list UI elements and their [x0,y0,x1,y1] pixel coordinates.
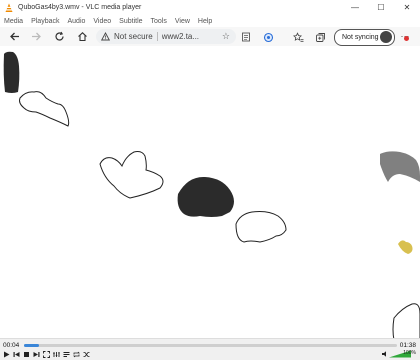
menu-media[interactable]: Media [0,18,27,25]
favorites-icon [292,31,303,42]
sync-label: Not syncing [342,34,379,41]
menu-tools[interactable]: Tools [147,18,171,25]
refresh-button[interactable] [49,27,69,46]
forward-arrow-icon [31,32,41,41]
gray-shape-right [380,151,420,182]
vlc-cone-icon [5,3,13,12]
home-icon [77,32,87,42]
maximize-button[interactable]: ☐ [368,0,394,15]
back-arrow-icon [9,32,19,41]
loop-icon [73,351,80,358]
collections-button[interactable] [314,31,326,43]
playlist-icon [63,352,70,357]
extended-settings-button[interactable] [52,350,61,359]
menu-subtitle[interactable]: Subtitle [115,18,146,25]
stop-button[interactable] [22,350,31,359]
reading-view-button[interactable] [240,31,252,43]
control-buttons [2,350,92,359]
warning-icon [101,32,110,41]
total-time: 01:38 [399,342,416,349]
elapsed-time: 00:04 [3,342,20,349]
home-button[interactable] [72,27,92,46]
outline-shape-1 [19,91,70,127]
url-text: www2.ta... [161,32,200,41]
refresh-icon [54,31,64,41]
shuffle-button[interactable] [82,350,91,359]
favorite-star-icon[interactable]: ☆ [222,31,230,42]
avatar [380,31,392,43]
browser-toolbar: Not secure www2.ta... ☆ Not syncing ··· [0,27,420,47]
video-area[interactable] [0,46,420,340]
extension-icon [263,32,273,42]
outline-shape-3 [392,303,420,340]
notification-badge [404,36,409,41]
yellow-scribble [398,240,413,254]
outline-shape-2 [235,211,287,243]
title-bar: QuboGas4by3.wmv - VLC media player — ☐ ✕ [0,0,420,16]
black-blob-center [177,176,234,217]
seek-bar-fill [24,344,39,347]
favorites-button[interactable] [292,31,304,43]
close-button[interactable]: ✕ [394,0,420,15]
menu-bar: Media Playback Audio Video Subtitle Tool… [0,15,420,27]
maximize-icon: ☐ [377,3,385,12]
next-icon [33,352,40,357]
sync-button[interactable]: Not syncing [334,29,395,46]
loop-button[interactable] [72,350,81,359]
video-frame [3,51,420,340]
address-separator [156,32,158,41]
equalizer-icon [53,352,60,357]
collections-icon [315,32,325,42]
volume-percent: 100% [403,350,416,356]
window-title: QuboGas4by3.wmv - VLC media player [18,4,142,11]
previous-button[interactable] [12,350,21,359]
menu-audio[interactable]: Audio [63,18,89,25]
seek-bar[interactable] [24,344,397,347]
play-icon [4,351,10,358]
stop-icon [24,352,29,357]
next-button[interactable] [32,350,41,359]
back-button[interactable] [4,27,24,46]
close-icon: ✕ [403,3,411,12]
menu-help[interactable]: Help [194,18,216,25]
previous-icon [13,352,20,357]
shuffle-icon [83,352,90,357]
extension-button[interactable] [262,31,274,43]
playlist-button[interactable] [62,350,71,359]
menu-view[interactable]: View [171,18,194,25]
menu-playback[interactable]: Playback [27,18,63,25]
speaker-icon [382,351,386,357]
minimize-button[interactable]: — [342,0,368,15]
reading-view-icon [242,32,250,42]
play-button[interactable] [2,350,11,359]
fullscreen-icon [43,351,50,358]
black-blob-left [3,51,20,93]
menu-video[interactable]: Video [89,18,115,25]
minimize-icon: — [351,3,359,12]
forward-button[interactable] [26,27,46,46]
security-label: Not secure [114,32,153,41]
playback-controls: 00:04 01:38 100% [0,338,420,360]
outline-heart-shape [99,151,164,199]
fullscreen-button[interactable] [42,350,51,359]
address-bar[interactable]: Not secure www2.ta... ☆ [96,29,236,44]
